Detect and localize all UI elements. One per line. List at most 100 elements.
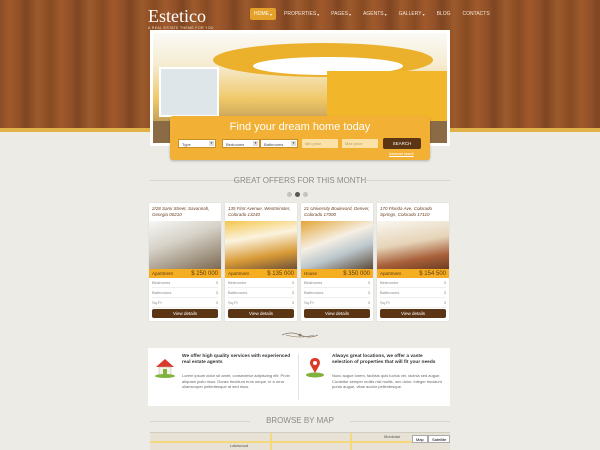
spec-row: Sq.Ft 3 <box>152 298 218 308</box>
type-select[interactable]: Type ▾ <box>178 139 216 148</box>
view-details-button[interactable]: View details <box>380 309 446 318</box>
property-card[interactable]: 21 University Boulevard, Denver, Colorad… <box>301 203 373 321</box>
max-price-input[interactable]: Max price <box>342 139 378 148</box>
nav-item-agents[interactable]: AGENTS ▾ <box>359 8 391 20</box>
locations-heading: Always great locations, we offer a vaste… <box>332 354 436 365</box>
carousel-dot-active[interactable] <box>295 192 300 197</box>
property-photo[interactable] <box>301 221 373 269</box>
property-type: Apartment <box>228 271 249 276</box>
property-tag: Apartment $ 135 000 <box>225 269 297 278</box>
spec-value: 3 <box>443 300 446 305</box>
nav-item-blog[interactable]: BLOG <box>433 8 455 20</box>
property-address[interactable]: 21 University Boulevard, Denver, Colorad… <box>304 206 370 217</box>
divider-line <box>362 180 450 181</box>
property-price: $ 250 000 <box>191 271 218 277</box>
property-type: Apartment <box>380 271 401 276</box>
map-place-label: Lakewood <box>230 443 249 448</box>
divider-line <box>350 421 450 422</box>
property-tag: Apartment $ 154 500 <box>377 269 449 278</box>
chevron-down-icon: ▾ <box>384 11 387 17</box>
spec-value: 3 <box>367 280 370 285</box>
spec-value: 3 <box>367 300 370 305</box>
site-logo[interactable]: Estetico <box>148 6 206 27</box>
nav-label: CONTACTS <box>462 11 490 17</box>
spec-value: 3 <box>443 280 446 285</box>
property-type: House <box>304 271 318 276</box>
spec-value: 3 <box>367 290 370 295</box>
search-button[interactable]: SEARCH <box>383 138 421 149</box>
property-photo[interactable] <box>377 221 449 269</box>
map-road <box>270 433 272 450</box>
property-map[interactable]: Montclair Lakewood Map Satellite <box>150 432 450 450</box>
min-price-input[interactable]: Min price <box>302 139 338 148</box>
spec-label: Bedrooms <box>304 280 323 285</box>
property-price: $ 154 500 <box>419 271 446 277</box>
satellite-type-button[interactable]: Satellite <box>428 435 450 443</box>
search-title: Find your dream home today <box>229 121 371 133</box>
spec-row: Bedrooms 3 <box>380 278 446 288</box>
type-select-value: Type <box>182 142 191 147</box>
locations-text: Nunc augue lorem, facilisis quis luctus … <box>332 373 442 389</box>
bedrooms-select[interactable]: Bedrooms ▾ <box>222 139 260 148</box>
spec-label: Bathrooms <box>152 290 172 295</box>
spec-label: Sq.Ft <box>304 300 314 305</box>
nav-label: AGENTS <box>363 11 384 17</box>
nav-item-pages[interactable]: PAGES ▾ <box>327 8 355 20</box>
spec-value: 3 <box>291 280 294 285</box>
nav-label: PROPERTIES <box>284 11 317 17</box>
property-address[interactable]: 135 First Avenue, Westminster, Colorado … <box>228 206 294 217</box>
spec-row: Bathrooms 3 <box>228 288 294 298</box>
property-address[interactable]: 170 Florida Ave, Colorado Springs, Color… <box>380 206 446 217</box>
nav-item-properties[interactable]: PROPERTIES ▾ <box>280 8 323 20</box>
spec-row: Bedrooms 3 <box>228 278 294 288</box>
property-photo[interactable] <box>225 221 297 269</box>
property-price: $ 350 000 <box>343 271 370 277</box>
nav-item-home[interactable]: HOME ▾ <box>250 8 277 20</box>
nav-label: BLOG <box>436 11 451 17</box>
panel-separator <box>298 354 299 400</box>
property-price: $ 135 000 <box>267 271 294 277</box>
carousel-dots <box>287 192 308 197</box>
carousel-dot[interactable] <box>303 192 308 197</box>
spec-label: Bathrooms <box>228 290 248 295</box>
spec-row: Sq.Ft 3 <box>228 298 294 308</box>
chevron-down-icon: ▾ <box>317 11 320 17</box>
nav-label: GALLERY <box>398 11 422 17</box>
property-card[interactable]: 170 Florida Ave, Colorado Springs, Color… <box>377 203 449 321</box>
property-photo[interactable] <box>149 221 221 269</box>
carousel-dot[interactable] <box>287 192 292 197</box>
map-road <box>350 433 352 450</box>
view-details-button[interactable]: View details <box>304 309 370 318</box>
chevron-down-icon: ▾ <box>270 11 273 17</box>
property-card[interactable]: 2/28 Sami Street, Savannah, Georgia 0021… <box>149 203 221 321</box>
nav-item-contacts[interactable]: CONTACTS <box>459 8 494 20</box>
map-place-label: Montclair <box>384 434 401 439</box>
property-card[interactable]: 135 First Avenue, Westminster, Colorado … <box>225 203 297 321</box>
bathrooms-select[interactable]: Bathrooms ▾ <box>260 139 298 148</box>
nav-item-gallery[interactable]: GALLERY ▾ <box>395 8 429 20</box>
view-details-button[interactable]: View details <box>228 309 294 318</box>
spec-row: Sq.Ft 3 <box>380 298 446 308</box>
property-address[interactable]: 2/28 Sami Street, Savannah, Georgia 0021… <box>152 206 218 217</box>
spec-row: Bedrooms 3 <box>304 278 370 288</box>
spec-label: Bathrooms <box>304 290 324 295</box>
map-type-button[interactable]: Map <box>412 435 428 443</box>
map-road <box>150 441 450 443</box>
chevron-down-icon: ▾ <box>422 11 425 17</box>
search-panel: Find your dream home today Type ▾ Bedroom… <box>170 116 430 160</box>
services-text: Lorem ipsum dolor sit amet, consectetur … <box>182 373 290 389</box>
spec-value: 3 <box>215 280 218 285</box>
spec-row: Sq.Ft 3 <box>304 298 370 308</box>
spec-label: Bathrooms <box>380 290 400 295</box>
house-icon <box>155 359 175 378</box>
spec-row: Bathrooms 3 <box>152 288 218 298</box>
view-details-button[interactable]: View details <box>152 309 218 318</box>
advanced-search-link[interactable]: Advanced search <box>389 152 414 156</box>
spec-label: Bedrooms <box>228 280 247 285</box>
spec-label: Sq.Ft <box>152 300 162 305</box>
spec-label: Sq.Ft <box>228 300 238 305</box>
chevron-down-icon: ▾ <box>209 141 214 146</box>
spec-value: 3 <box>443 290 446 295</box>
spec-row: Bathrooms 3 <box>304 288 370 298</box>
features-panel: We offer high quality services with expe… <box>148 348 450 406</box>
